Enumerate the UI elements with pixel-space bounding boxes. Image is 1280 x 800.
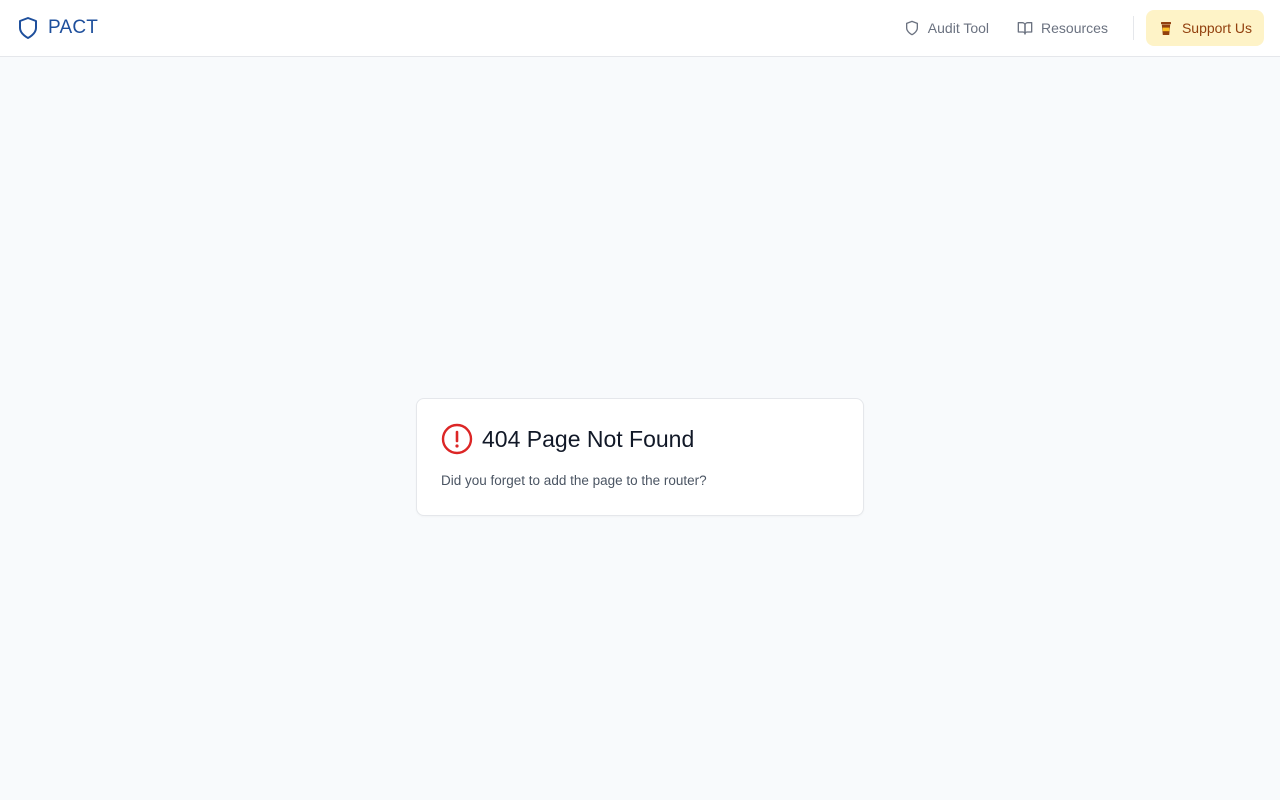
support-us-label: Support Us bbox=[1181, 20, 1252, 36]
nav-link-resources[interactable]: Resources bbox=[1005, 10, 1120, 46]
not-found-header: 404 Page Not Found bbox=[441, 423, 694, 455]
top-navigation-bar: PACT Audit Tool Resources Support Us bbox=[0, 0, 1280, 57]
support-us-button[interactable]: Support Us bbox=[1145, 10, 1264, 46]
brand-name: PACT bbox=[48, 17, 99, 38]
shield-icon bbox=[905, 20, 918, 36]
alert-circle-icon bbox=[441, 423, 473, 455]
nav-link-audit-tool[interactable]: Audit Tool bbox=[892, 10, 1001, 46]
error-message: Did you forget to add the page to the ro… bbox=[441, 473, 707, 488]
shield-icon bbox=[19, 17, 37, 39]
main-nav: Audit Tool Resources Support Us bbox=[892, 10, 1264, 46]
coffee-cup-icon bbox=[1160, 22, 1171, 35]
nav-link-label: Audit Tool bbox=[927, 20, 990, 36]
book-open-icon bbox=[1017, 22, 1033, 35]
page-title: 404 Page Not Found bbox=[482, 426, 695, 452]
nav-divider bbox=[1132, 16, 1134, 40]
brand-logo-link[interactable]: PACT bbox=[16, 14, 98, 42]
not-found-card: 404 Page Not Found Did you forget to add… bbox=[416, 398, 864, 516]
nav-link-label: Resources bbox=[1041, 20, 1108, 36]
